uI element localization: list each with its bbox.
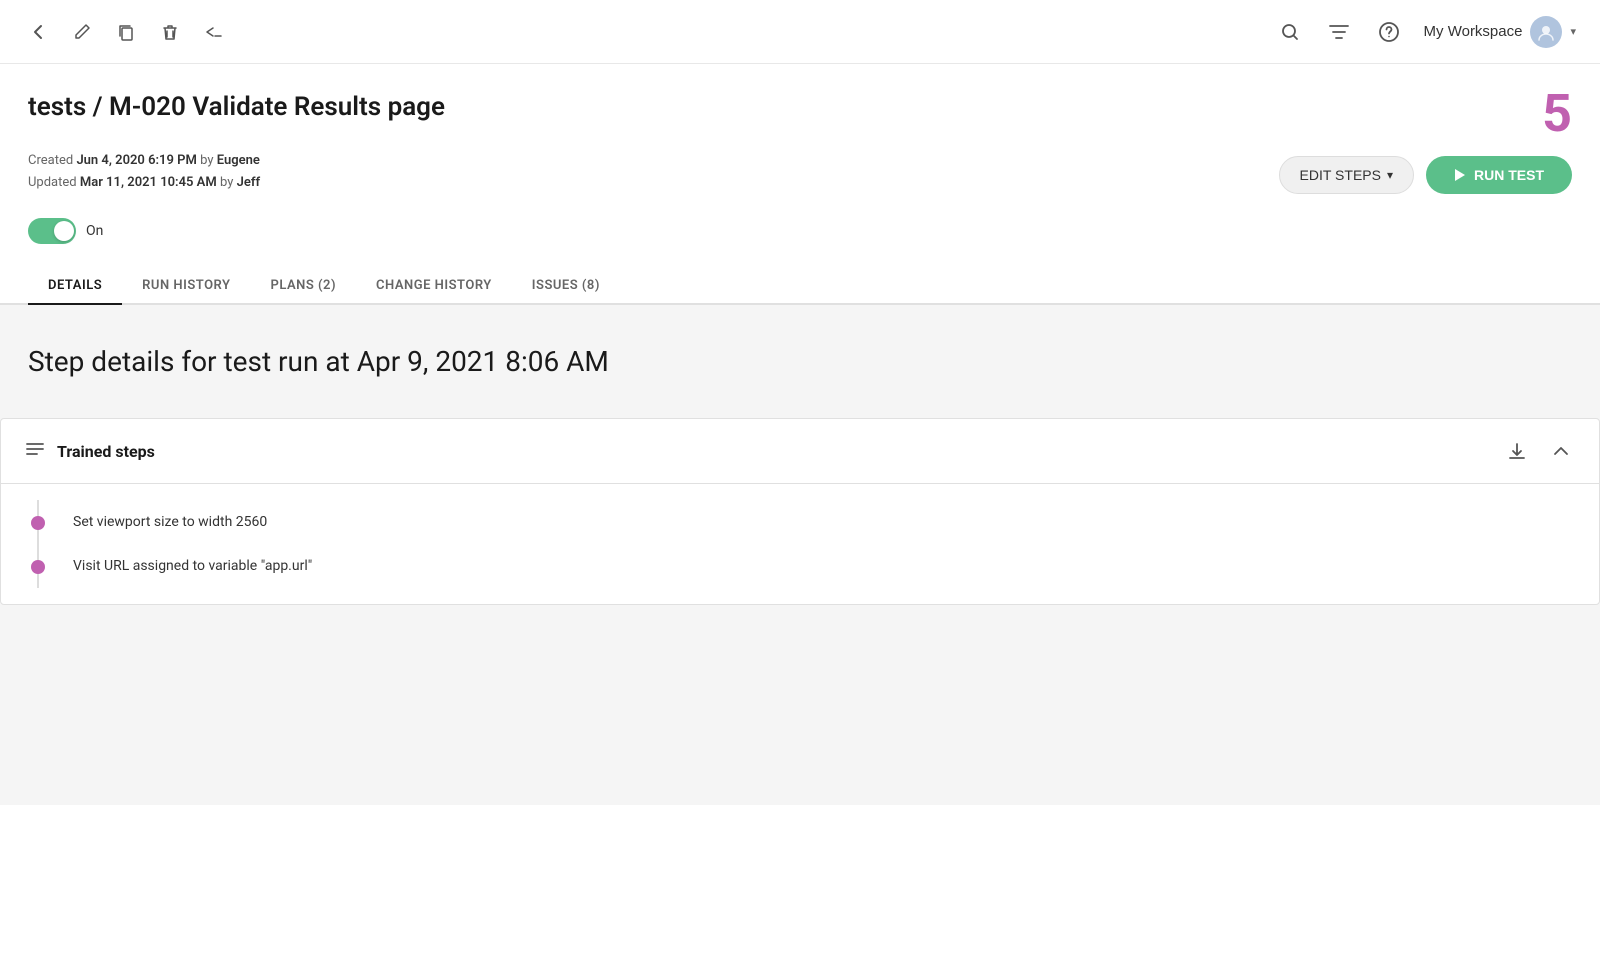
toggle-label: On [86, 223, 103, 239]
toolbar-left [24, 18, 1276, 46]
workspace-button[interactable]: My Workspace ▾ [1424, 16, 1576, 48]
back-button[interactable] [24, 18, 52, 46]
main-content: Step details for test run at Apr 9, 2021… [0, 305, 1600, 805]
created-by-label: by [200, 153, 213, 168]
toggle-section: On [0, 194, 1600, 244]
run-test-label: RUN TEST [1474, 167, 1544, 183]
updated-label: Updated [28, 175, 77, 190]
tab-details[interactable]: DETAILS [28, 268, 122, 305]
step-text-1: Set viewport size to width 2560 [73, 514, 1575, 530]
card-header-right [1503, 437, 1575, 465]
updated-date: Mar 11, 2021 10:45 AM [80, 175, 217, 190]
page-title: tests / M-020 Validate Results page [28, 92, 445, 122]
run-test-button[interactable]: RUN TEST [1426, 156, 1572, 194]
search-button[interactable] [1276, 18, 1304, 46]
terminal-button[interactable] [200, 18, 232, 46]
updated-by: Jeff [237, 175, 260, 190]
tab-change-history[interactable]: CHANGE HISTORY [356, 268, 512, 305]
delete-button[interactable] [156, 18, 184, 46]
created-label: Created [28, 153, 73, 168]
edit-steps-dropdown-icon: ▾ [1387, 168, 1393, 182]
edit-steps-label: EDIT STEPS [1300, 167, 1381, 183]
card-header-left: Trained steps [25, 441, 1503, 461]
copy-button[interactable] [112, 18, 140, 46]
tab-issues[interactable]: ISSUES (8) [512, 268, 620, 305]
action-buttons: EDIT STEPS ▾ RUN TEST [1279, 156, 1572, 194]
steps-menu-icon [25, 441, 45, 461]
trained-steps-title: Trained steps [57, 442, 155, 461]
tabs-nav: DETAILS RUN HISTORY PLANS (2) CHANGE HIS… [0, 268, 1600, 305]
meta-info: Created Jun 4, 2020 6:19 PM by Eugene Up… [28, 150, 260, 194]
tab-plans[interactable]: PLANS (2) [251, 268, 357, 305]
download-button[interactable] [1503, 437, 1531, 465]
card-header: Trained steps [1, 419, 1599, 484]
created-date: Jun 4, 2020 6:19 PM [76, 153, 196, 168]
workspace-label: My Workspace [1424, 23, 1523, 40]
step-count: 5 [1542, 88, 1572, 140]
help-button[interactable] [1374, 17, 1404, 47]
workspace-dropdown-icon: ▾ [1570, 25, 1576, 38]
tab-run-history[interactable]: RUN HISTORY [122, 268, 250, 305]
toolbar: My Workspace ▾ [0, 0, 1600, 64]
avatar [1530, 16, 1562, 48]
updated-by-label: by [220, 175, 233, 190]
toolbar-right: My Workspace ▾ [1276, 16, 1576, 48]
collapse-button[interactable] [1547, 437, 1575, 465]
edit-button[interactable] [68, 18, 96, 46]
filter-button[interactable] [1324, 18, 1354, 46]
edit-steps-button[interactable]: EDIT STEPS ▾ [1279, 156, 1414, 194]
list-item: Set viewport size to width 2560 [73, 500, 1575, 544]
timeline: Set viewport size to width 2560 Visit UR… [25, 500, 1575, 588]
step-text-2: Visit URL assigned to variable "app.url" [73, 558, 1575, 574]
step-dot-1 [31, 516, 45, 530]
steps-list: Set viewport size to width 2560 Visit UR… [1, 484, 1599, 604]
breadcrumb-title-row: tests / M-020 Validate Results page 5 [28, 92, 1572, 140]
step-run-heading: Step details for test run at Apr 9, 2021… [0, 305, 1600, 418]
list-item: Visit URL assigned to variable "app.url" [73, 544, 1575, 588]
page-header: tests / M-020 Validate Results page 5 Cr… [0, 64, 1600, 194]
created-by: Eugene [217, 153, 260, 168]
status-toggle[interactable] [28, 218, 76, 244]
play-icon [1454, 168, 1466, 182]
trained-steps-card: Trained steps [0, 418, 1600, 605]
step-dot-2 [31, 560, 45, 574]
